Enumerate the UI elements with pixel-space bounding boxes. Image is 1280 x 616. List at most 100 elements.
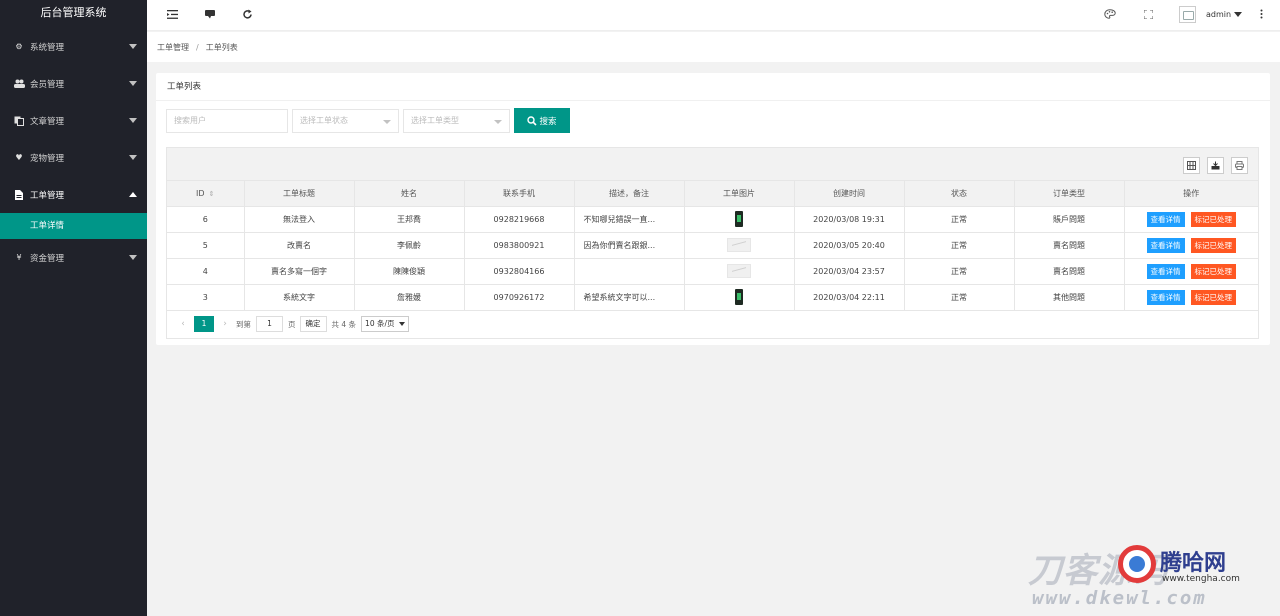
- cell-title: 無法登入: [244, 206, 355, 233]
- prev-page-icon[interactable]: ‹: [176, 319, 190, 329]
- sidebar-item-members[interactable]: 会员管理: [0, 65, 147, 102]
- sidebar-item-label: 文章管理: [30, 116, 65, 127]
- page-size-value: 10 条/页: [365, 319, 395, 328]
- refresh-icon[interactable]: [240, 7, 254, 21]
- cell-type: 賣名問題: [1014, 232, 1125, 259]
- chevron-down-icon: [129, 81, 137, 86]
- breadcrumb-parent[interactable]: 工单管理: [157, 42, 189, 53]
- ticket-list-card: 工单列表 搜索用户 选择工单状态 选择工单类型 搜索 ID ⇕ 工单标题 姓名 …: [156, 73, 1270, 345]
- export-icon[interactable]: [1207, 157, 1224, 174]
- app-title: 后台管理系统: [0, 0, 147, 28]
- chat-icon[interactable]: [203, 7, 217, 21]
- cell-status: 正常: [904, 232, 1015, 259]
- sidebar-item-label: 会员管理: [30, 79, 65, 90]
- chevron-down-icon: [1234, 12, 1243, 17]
- breadcrumb-current: 工单列表: [205, 42, 238, 52]
- cell-desc: 因為你們賣名跟銀...: [574, 232, 685, 259]
- cell-title: 賣名多寫一個字: [244, 258, 355, 285]
- image-placeholder-icon[interactable]: [727, 264, 751, 278]
- print-icon[interactable]: [1231, 157, 1248, 174]
- columns-icon[interactable]: [1183, 157, 1200, 174]
- ticket-image[interactable]: [735, 289, 743, 305]
- fullscreen-icon[interactable]: [1141, 7, 1155, 21]
- table-toolbar: [167, 148, 1258, 181]
- theme-icon[interactable]: [1103, 7, 1117, 21]
- total-count: 共 4 条: [331, 319, 357, 329]
- cell-title: 系統文字: [244, 284, 355, 311]
- breadcrumb-separator: /: [196, 42, 199, 52]
- cell-id: 3: [167, 284, 245, 311]
- cell-name: 詹雅媛: [354, 284, 465, 311]
- goto-page-input[interactable]: 1: [256, 316, 283, 332]
- username: admin: [1206, 10, 1232, 19]
- breadcrumb: 工单管理 / 工单列表: [147, 32, 1280, 62]
- goto-confirm-button[interactable]: 确定: [299, 316, 327, 332]
- search-user-input[interactable]: 搜索用户: [166, 108, 288, 133]
- cell-created: 2020/03/04 22:11: [794, 284, 905, 311]
- chevron-down-icon: [129, 44, 137, 49]
- page-current[interactable]: 1: [194, 316, 214, 332]
- cell-status: 正常: [904, 206, 1015, 233]
- cell-id: 5: [167, 232, 245, 259]
- chevron-down-icon: [129, 255, 137, 260]
- col-header-type: 订单类型: [1014, 181, 1125, 207]
- sidebar-item-system[interactable]: ⚙ 系统管理: [0, 28, 147, 65]
- filter-bar: 搜索用户 选择工单状态 选择工单类型 搜索: [166, 108, 570, 133]
- ticket-status-placeholder: 选择工单状态: [300, 116, 348, 125]
- sidebar-item-funds[interactable]: ¥ 资金管理: [0, 239, 147, 276]
- sidebar-item-articles[interactable]: 文章管理: [0, 102, 147, 139]
- view-detail-button[interactable]: 查看详情: [1146, 263, 1185, 279]
- file-icon: [13, 189, 25, 200]
- chevron-down-icon: [383, 119, 391, 124]
- next-page-icon[interactable]: ›: [218, 319, 232, 329]
- mark-processed-button[interactable]: 标记已处理: [1190, 263, 1236, 279]
- cell-id: 6: [167, 206, 245, 233]
- watermark-url: www.dkewl.com: [1032, 587, 1207, 609]
- mark-processed-button[interactable]: 标记已处理: [1190, 289, 1236, 305]
- sidebar-item-tickets[interactable]: 工单管理: [0, 176, 147, 213]
- sidebar-item-label: 资金管理: [30, 253, 65, 264]
- search-icon: [527, 115, 538, 126]
- table-row: 6 無法登入 王邦喬 0928219668 不知哪兒錯誤一直... 2020/0…: [167, 206, 1258, 233]
- col-header-actions: 操作: [1124, 181, 1258, 207]
- mark-processed-button[interactable]: 标记已处理: [1190, 237, 1236, 253]
- menu-indent-icon[interactable]: [165, 7, 179, 21]
- sidebar-submenu: 工单详情: [0, 213, 147, 239]
- page-size-select[interactable]: 10 条/页: [361, 316, 409, 332]
- view-detail-button[interactable]: 查看详情: [1146, 289, 1185, 305]
- cell-desc: 希望系統文字可以...: [574, 284, 685, 311]
- cell-image: [684, 232, 795, 259]
- sort-icon[interactable]: ⇕: [209, 190, 215, 198]
- ticket-status-select[interactable]: 选择工单状态: [292, 108, 399, 133]
- cell-type: 賬戶問題: [1014, 206, 1125, 233]
- user-menu[interactable]: admin: [1179, 6, 1243, 23]
- view-detail-button[interactable]: 查看详情: [1146, 237, 1185, 253]
- users-icon: [13, 79, 25, 89]
- col-header-status: 状态: [904, 181, 1015, 207]
- cell-actions: 查看详情 标记已处理: [1124, 258, 1258, 285]
- cell-image: [684, 258, 795, 285]
- mark-processed-button[interactable]: 标记已处理: [1190, 211, 1236, 227]
- more-icon[interactable]: [1254, 7, 1268, 21]
- sidebar-item-pets[interactable]: ♥ 宠物管理: [0, 139, 147, 176]
- col-header-created: 创建时间: [794, 181, 905, 207]
- cell-desc: [574, 258, 685, 285]
- image-placeholder-icon[interactable]: [727, 238, 751, 252]
- chevron-up-icon: [129, 192, 137, 197]
- col-header-phone: 联系手机: [464, 181, 575, 207]
- col-header-id[interactable]: ID ⇕: [167, 181, 245, 207]
- avatar: [1179, 6, 1196, 23]
- table-row: 5 改賣名 李佩齡 0983800921 因為你們賣名跟銀... 2020/03…: [167, 232, 1258, 259]
- chevron-down-icon: [129, 118, 137, 123]
- sidebar-subitem-ticket-detail[interactable]: 工单详情: [0, 213, 147, 239]
- chevron-down-icon: [494, 119, 502, 124]
- cell-created: 2020/03/04 23:57: [794, 258, 905, 285]
- view-detail-button[interactable]: 查看详情: [1146, 211, 1185, 227]
- search-button[interactable]: 搜索: [514, 108, 570, 133]
- cell-actions: 查看详情 标记已处理: [1124, 284, 1258, 311]
- heart-icon: ♥: [15, 153, 23, 162]
- ticket-table: ID ⇕ 工单标题 姓名 联系手机 描述，备注 工单图片 创建时间 状态 订单类型…: [166, 147, 1259, 339]
- ticket-type-select[interactable]: 选择工单类型: [403, 108, 510, 133]
- sidebar-item-label: 系统管理: [30, 42, 65, 53]
- ticket-image[interactable]: [735, 211, 743, 227]
